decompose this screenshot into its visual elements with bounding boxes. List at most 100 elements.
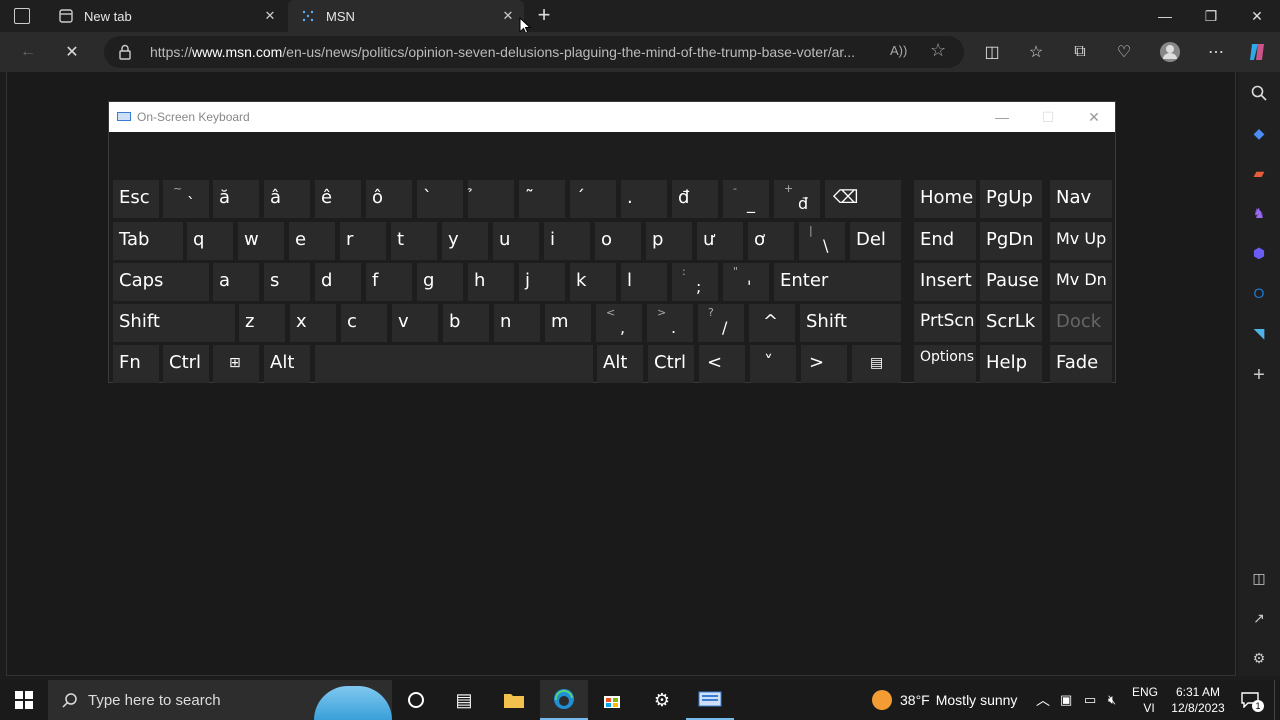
key-plus[interactable]: + đ	[774, 180, 820, 218]
key-home[interactable]: Home	[914, 180, 976, 218]
key-alt-right[interactable]: Alt	[597, 345, 643, 383]
minimize-window-icon[interactable]: —	[1142, 0, 1188, 32]
key-alt-left[interactable]: Alt	[264, 345, 310, 383]
new-tab-button[interactable]: +	[534, 3, 554, 27]
tab-actions-icon[interactable]	[14, 8, 30, 24]
key-a[interactable]: a	[213, 263, 259, 301]
key-enter[interactable]: Enter	[774, 263, 901, 301]
key-e-circumflex[interactable]: ê	[315, 180, 361, 218]
tools-icon[interactable]: ▰	[1248, 162, 1270, 184]
key-y[interactable]: y	[442, 222, 488, 260]
key-l[interactable]: l	[621, 263, 667, 301]
favorites-icon[interactable]: ☆	[1022, 38, 1050, 66]
key-fn[interactable]: Fn	[113, 345, 159, 383]
key-u-horn[interactable]: ư	[697, 222, 743, 260]
key-ctrl-left[interactable]: Ctrl	[163, 345, 209, 383]
taskbar-search-box[interactable]: Type here to search	[48, 680, 392, 720]
key-pause[interactable]: Pause	[980, 263, 1042, 301]
key-v[interactable]: v	[392, 304, 438, 342]
show-desktop-button[interactable]	[1274, 680, 1280, 720]
key-arrow-down[interactable]: ˅	[750, 345, 796, 383]
key-semicolon[interactable]: :;	[672, 263, 718, 301]
key-m[interactable]: m	[545, 304, 591, 342]
language-indicator[interactable]: ENG VI	[1132, 680, 1158, 720]
key-c[interactable]: c	[341, 304, 387, 342]
notification-center-icon[interactable]: 1	[1238, 680, 1264, 720]
tab-msn[interactable]: MSN ✕	[288, 0, 524, 32]
key-b[interactable]: b	[443, 304, 489, 342]
key-h[interactable]: h	[468, 263, 514, 301]
key-shift-right[interactable]: Shift	[800, 304, 901, 342]
read-aloud-icon[interactable]: A))	[890, 43, 907, 58]
key-minus[interactable]: - _	[723, 180, 769, 218]
more-menu-icon[interactable]: ⋯	[1202, 38, 1230, 66]
games-icon[interactable]: ♞	[1248, 202, 1270, 224]
meet-now-icon[interactable]: ▣	[1060, 680, 1072, 720]
key-arrow-left[interactable]: <	[699, 345, 745, 383]
key-n[interactable]: n	[494, 304, 540, 342]
microsoft-365-icon[interactable]: ⬢	[1248, 242, 1270, 264]
restore-window-icon[interactable]: ❐	[1188, 0, 1234, 32]
key-shift-left[interactable]: Shift	[113, 304, 235, 342]
key-u[interactable]: u	[493, 222, 539, 260]
stop-loading-button[interactable]: ✕	[58, 38, 86, 66]
close-tab-icon[interactable]: ✕	[262, 8, 278, 24]
key-e[interactable]: e	[289, 222, 335, 260]
key-space[interactable]	[315, 345, 593, 383]
key-scrlk[interactable]: ScrLk	[980, 304, 1042, 342]
key-dock[interactable]: Dock	[1050, 304, 1112, 342]
key-pgdn[interactable]: PgDn	[980, 222, 1042, 260]
key-d[interactable]: d	[315, 263, 361, 301]
key-q[interactable]: q	[187, 222, 233, 260]
shopping-tag-icon[interactable]: ◆	[1248, 122, 1270, 144]
key-t[interactable]: t	[391, 222, 437, 260]
key-tilde-accent[interactable]: ˜	[519, 180, 565, 218]
task-view-icon[interactable]: ▤	[440, 680, 488, 720]
key-mv-up[interactable]: Mv Up	[1050, 222, 1112, 260]
cortana-icon[interactable]	[392, 680, 440, 720]
key-esc[interactable]: Esc	[113, 180, 159, 218]
key-backspace[interactable]: ⌫	[825, 180, 901, 218]
performance-icon[interactable]: ♡	[1110, 38, 1138, 66]
osk-minimize-icon[interactable]: —	[979, 102, 1025, 132]
key-a-breve[interactable]: ă	[213, 180, 259, 218]
key-tab[interactable]: Tab	[113, 222, 183, 260]
external-link-icon[interactable]: ↗	[1248, 607, 1270, 629]
osk-maximize-icon[interactable]: ☐	[1025, 102, 1071, 132]
key-dot-below[interactable]: .	[621, 180, 667, 218]
add-icon[interactable]: +	[1248, 364, 1270, 386]
store-icon[interactable]	[588, 680, 636, 720]
key-menu[interactable]: ▤	[852, 345, 901, 383]
key-nav[interactable]: Nav	[1050, 180, 1112, 218]
key-mv-dn[interactable]: Mv Dn	[1050, 263, 1112, 301]
key-w[interactable]: w	[238, 222, 284, 260]
key-help[interactable]: Help	[980, 345, 1042, 383]
edge-taskbar-icon[interactable]	[540, 680, 588, 720]
copilot-icon[interactable]	[1244, 38, 1272, 66]
key-d-stroke[interactable]: đ	[672, 180, 718, 218]
key-k[interactable]: k	[570, 263, 616, 301]
settings-gear-icon[interactable]: ⚙	[638, 680, 686, 720]
close-tab-icon[interactable]: ✕	[500, 8, 516, 24]
key-x[interactable]: x	[290, 304, 336, 342]
close-window-icon[interactable]: ✕	[1234, 0, 1280, 32]
key-z[interactable]: z	[239, 304, 285, 342]
key-i[interactable]: i	[544, 222, 590, 260]
settings-gear-icon[interactable]: ⚙	[1248, 647, 1270, 669]
key-pgup[interactable]: PgUp	[980, 180, 1042, 218]
key-a-circumflex[interactable]: â	[264, 180, 310, 218]
key-backslash[interactable]: | \	[799, 222, 845, 260]
key-period[interactable]: >.	[647, 304, 693, 342]
key-p[interactable]: p	[646, 222, 692, 260]
key-tilde[interactable]: ~ `	[163, 180, 209, 218]
clock[interactable]: 6:31 AM 12/8/2023	[1166, 680, 1230, 720]
collections-icon[interactable]: ⧉	[1066, 38, 1094, 66]
key-ctrl-right[interactable]: Ctrl	[648, 345, 694, 383]
key-slash[interactable]: ? /	[698, 304, 744, 342]
key-caps[interactable]: Caps	[113, 263, 209, 301]
key-acute[interactable]: ´	[570, 180, 616, 218]
key-g[interactable]: g	[417, 263, 463, 301]
on-screen-keyboard-taskbar-icon[interactable]	[686, 680, 734, 720]
split-screen-icon[interactable]: ◫	[978, 38, 1006, 66]
key-end[interactable]: End	[914, 222, 976, 260]
